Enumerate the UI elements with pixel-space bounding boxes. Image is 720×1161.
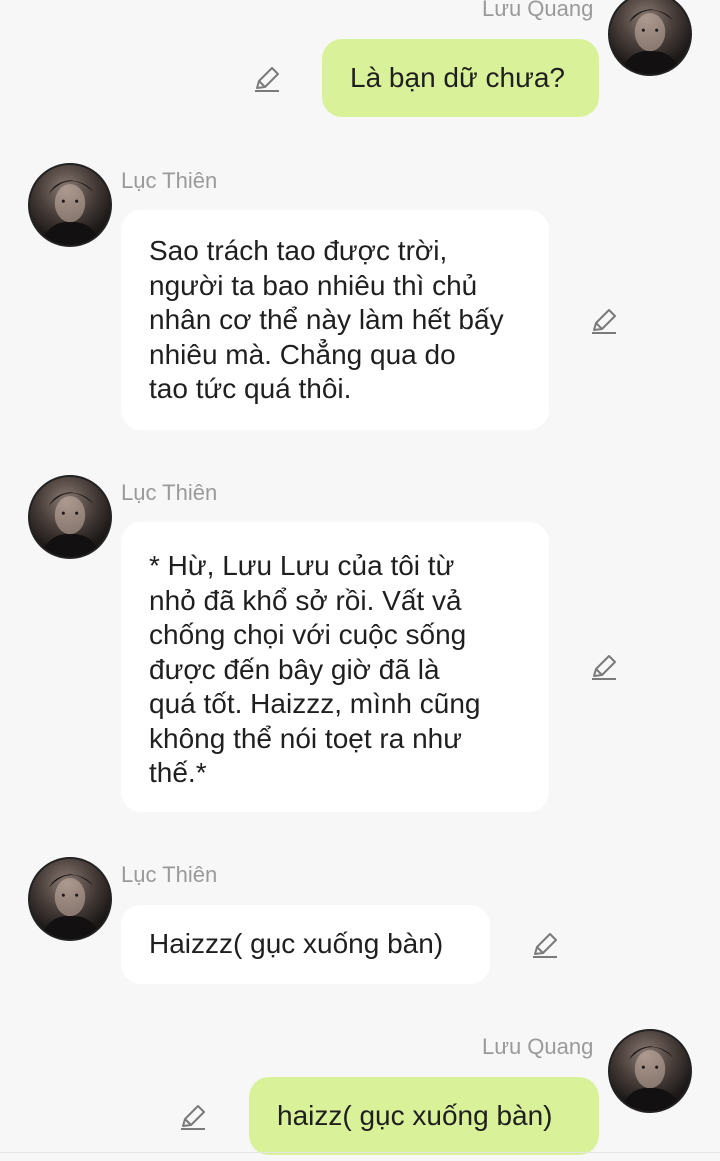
sender-name: Lưu Quang bbox=[482, 1034, 594, 1059]
pencil-edit-icon[interactable] bbox=[178, 1102, 208, 1132]
pencil-edit-icon[interactable] bbox=[589, 306, 619, 336]
message-text: haizz( gục xuống bàn) bbox=[277, 1100, 553, 1131]
message-text: nhiêu mà. Chẳng qua do bbox=[149, 338, 456, 370]
bottom-divider bbox=[0, 1152, 720, 1153]
message-bubble[interactable]: haizz( gục xuống bàn) bbox=[249, 1077, 599, 1155]
user-avatar[interactable] bbox=[28, 857, 112, 941]
message-text: * Hừ, Lưu Lưu của tôi từ bbox=[149, 550, 455, 581]
user-avatar[interactable] bbox=[28, 475, 112, 559]
sender-name: Lục Thiên bbox=[121, 862, 218, 887]
message-text: Haizzz( gục xuống bàn) bbox=[149, 928, 444, 959]
message-text: tao tức quá thôi. bbox=[149, 373, 352, 404]
sender-name: Lục Thiên bbox=[121, 168, 218, 193]
message-text: chống chọi với cuộc sống bbox=[149, 619, 467, 650]
pencil-edit-icon[interactable] bbox=[589, 652, 619, 682]
user-avatar[interactable] bbox=[608, 1029, 692, 1113]
message-text: không thể nói toẹt ra như bbox=[149, 722, 462, 754]
pencil-edit-icon[interactable] bbox=[530, 930, 560, 960]
user-avatar[interactable] bbox=[28, 163, 112, 247]
message-text: quá tốt. Haizzz, mình cũng bbox=[149, 688, 481, 719]
message-text: nhỏ đã khổ sở rồi. Vất vả bbox=[149, 584, 462, 616]
message-bubble[interactable]: Haizzz( gục xuống bàn) bbox=[121, 905, 490, 984]
pencil-edit-icon[interactable] bbox=[252, 64, 282, 94]
message-text: người ta bao nhiêu thì chủ bbox=[149, 269, 478, 301]
message-bubble[interactable]: * Hừ, Lưu Lưu của tôi từ nhỏ đã khổ sở r… bbox=[121, 522, 549, 812]
message-text: nhân cơ thể này làm hết bấy bbox=[149, 304, 504, 335]
sender-name: Lục Thiên bbox=[121, 480, 218, 505]
message-text: được đến bây giờ đã là bbox=[149, 653, 440, 685]
message-text: Là bạn dữ chưa? bbox=[350, 62, 565, 93]
message-bubble[interactable]: Là bạn dữ chưa? bbox=[322, 39, 599, 117]
message-text: thế.* bbox=[149, 757, 207, 788]
user-avatar[interactable] bbox=[608, 0, 692, 76]
message-bubble[interactable]: Sao trách tao được trời, người ta bao nh… bbox=[121, 210, 549, 430]
sender-name: Lưu Quang bbox=[482, 0, 594, 21]
message-text: Sao trách tao được trời, bbox=[149, 235, 448, 266]
